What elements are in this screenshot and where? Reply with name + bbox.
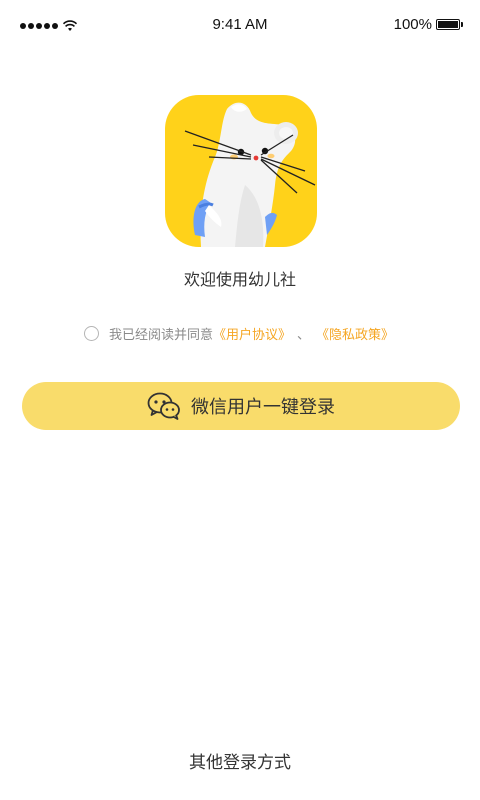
agreement-checkbox[interactable]: [84, 326, 99, 341]
battery-percentage: 100%: [393, 16, 432, 33]
mouse-mascot-app-icon: [165, 95, 317, 247]
agreement-separator: 、: [297, 328, 311, 343]
battery-indicator: 100%: [393, 16, 463, 33]
battery-icon: [436, 19, 463, 30]
status-bar: 9:41 AM 100%: [0, 0, 480, 50]
agreement-prefix: 我已经阅读并同意: [109, 328, 214, 343]
other-login-methods-link[interactable]: 其他登录方式: [0, 748, 480, 773]
wechat-login-label: 微信用户一键登录: [191, 397, 335, 418]
user-agreement-link[interactable]: 《用户协议》: [213, 324, 291, 343]
wechat-icon: [147, 392, 180, 420]
agreement-row: 我已经阅读并同意 《用户协议》 、 《隐私政策》: [84, 324, 394, 343]
welcome-title: 欢迎使用幼儿社: [183, 270, 296, 289]
privacy-policy-link[interactable]: 《隐私政策》: [316, 324, 394, 343]
wechat-login-button[interactable]: 微信用户一键登录: [22, 382, 460, 430]
